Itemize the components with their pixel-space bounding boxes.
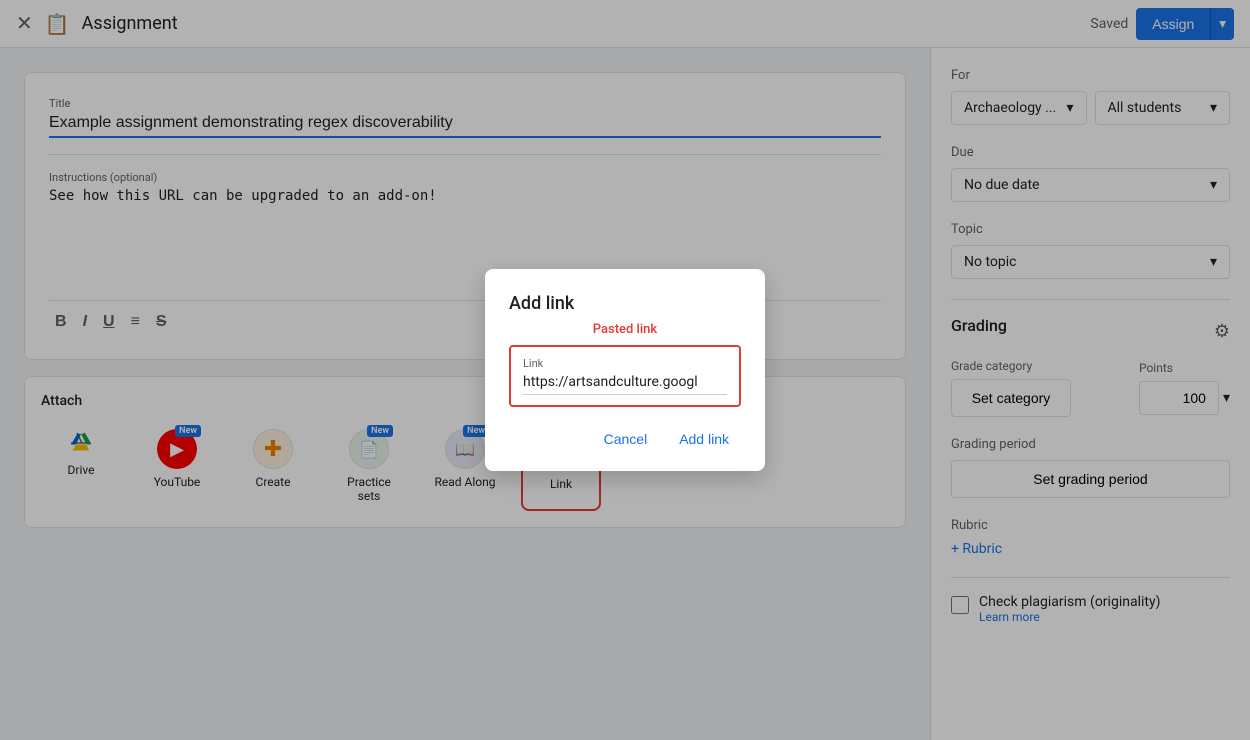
add-link-modal: Add link Pasted link Link https://artsan…	[485, 269, 765, 471]
pasted-link-label: Pasted link	[509, 322, 741, 337]
link-input-value: https://artsandculture.googl	[523, 374, 727, 395]
modal-actions: Cancel Add link	[509, 423, 741, 455]
modal-overlay: Add link Pasted link Link https://artsan…	[0, 0, 1250, 740]
link-input-label: Link	[523, 357, 727, 370]
add-link-button[interactable]: Add link	[667, 423, 741, 455]
link-input-wrap: Link https://artsandculture.googl	[509, 345, 741, 407]
modal-title: Add link	[509, 293, 741, 314]
cancel-button[interactable]: Cancel	[592, 423, 660, 455]
